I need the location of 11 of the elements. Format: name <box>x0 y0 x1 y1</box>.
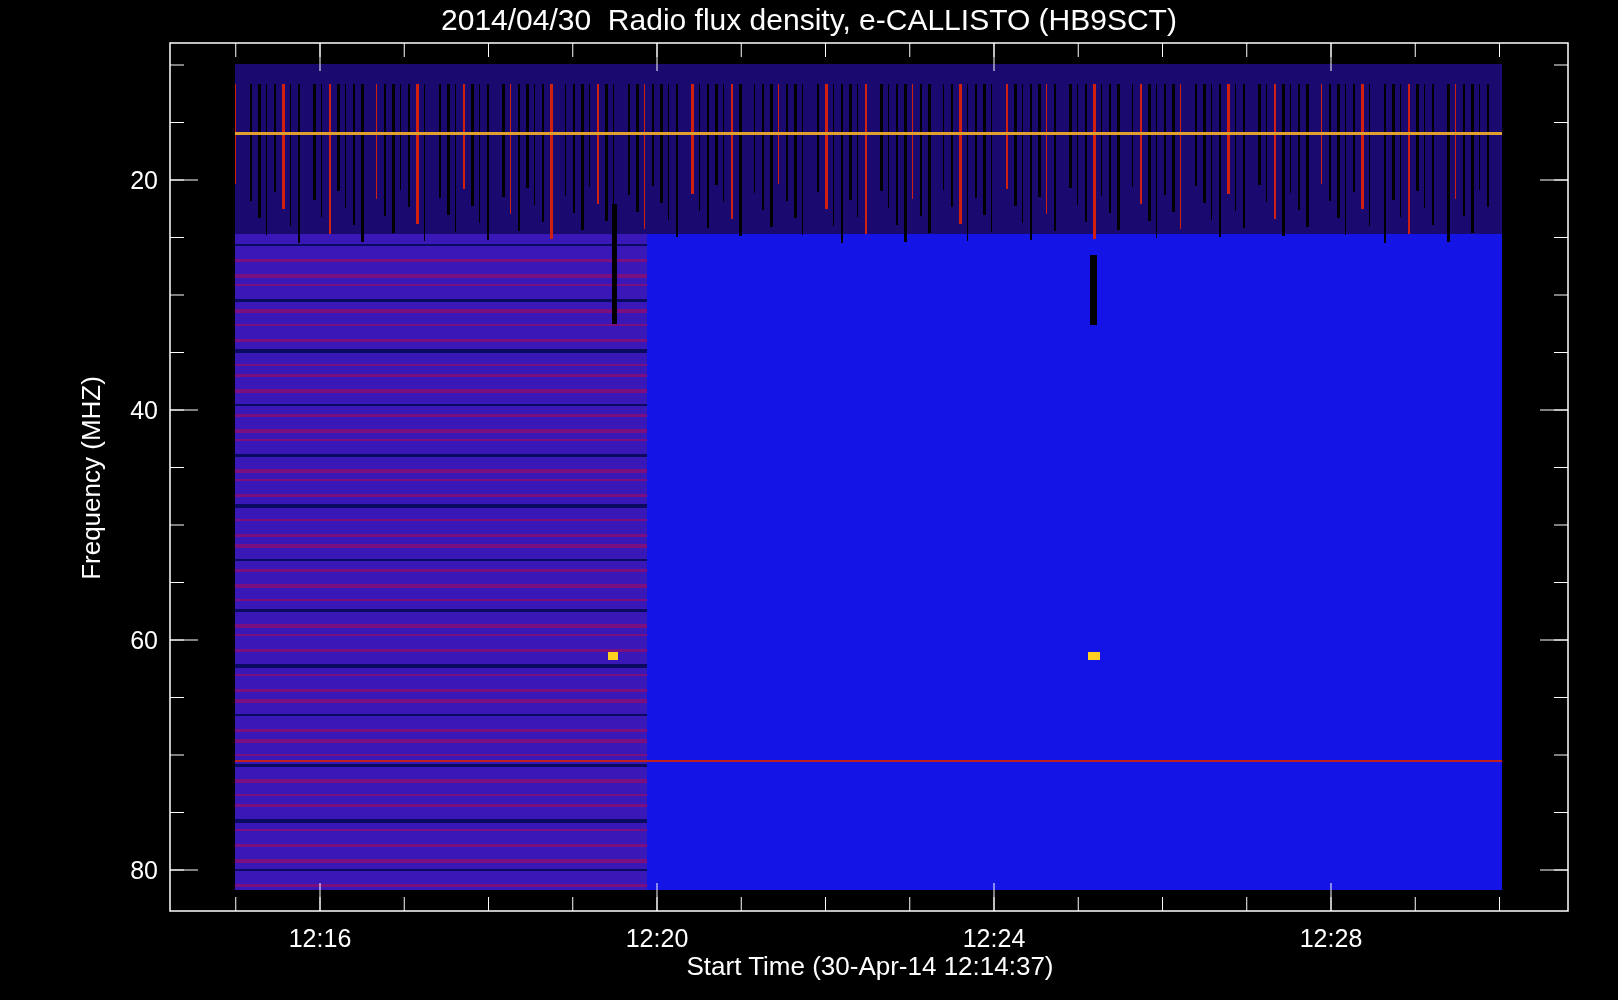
x-tick-label: 12:28 <box>1299 924 1363 952</box>
y-tick-label: 80 <box>130 856 158 884</box>
y-tick-label: 60 <box>130 626 158 654</box>
x-axis-label: Start Time (30-Apr-14 12:14:37) <box>686 951 1054 981</box>
x-tick-label: 12:24 <box>962 924 1026 952</box>
y-axis-label: Frequency (MHZ) <box>76 376 106 580</box>
plot-title: 2014/04/30 Radio flux density, e-CALLISTO (HB9SCT) <box>441 3 1177 36</box>
x-tick-label: 12:16 <box>288 924 352 952</box>
x-tick-label: 12:20 <box>625 924 689 952</box>
y-tick-label: 40 <box>130 396 158 424</box>
y-tick-label: 20 <box>130 166 158 194</box>
